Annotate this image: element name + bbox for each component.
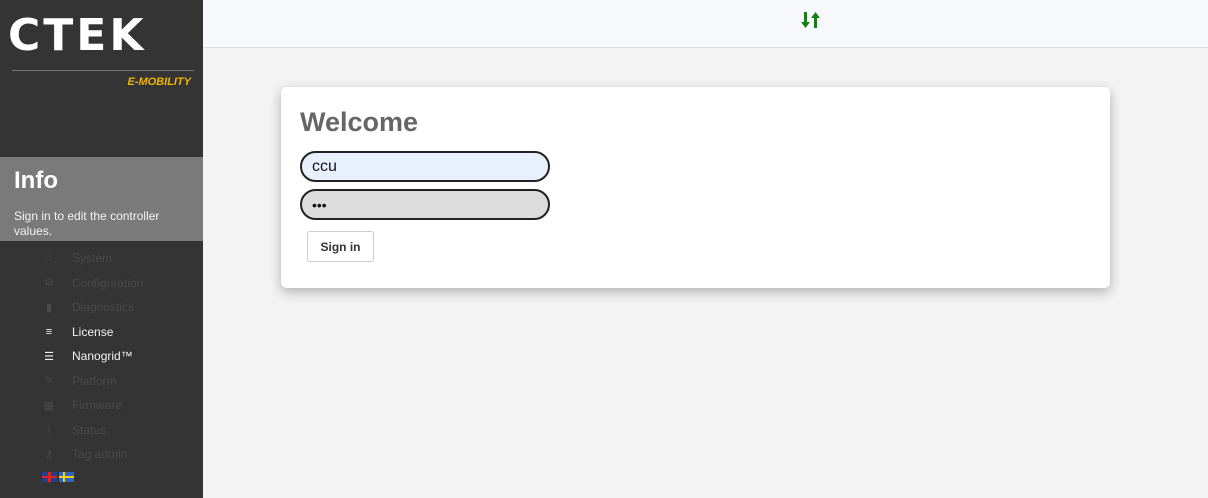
info-text: Sign in to edit the controller values.: [14, 209, 160, 238]
sidebar-item-label: License: [72, 324, 114, 339]
logo-divider: [12, 70, 194, 71]
top-bar: [203, 0, 1208, 48]
sidebar-item-platform: ✎ Platform: [0, 369, 203, 394]
ctek-logo: CTEK: [8, 10, 147, 61]
license-icon: ≡: [45, 325, 53, 338]
login-card: Welcome Sign in: [281, 87, 1110, 288]
key-icon: ⚷: [44, 448, 54, 461]
logo-area: CTEK E-MOBILITY: [0, 0, 203, 157]
sidebar-item-license[interactable]: ≡ License: [0, 320, 203, 345]
sidebar-item-configuration: ⚙ Configuration: [0, 271, 203, 296]
sidebar-item-tag-admin: ⚷ Tag admin: [0, 442, 203, 467]
sort-arrows-icon[interactable]: [801, 10, 821, 30]
chip-icon: ▦: [43, 399, 55, 412]
sidebar-item-label: Diagnostics: [72, 300, 135, 315]
sliders-icon: ☰: [44, 350, 54, 363]
home-icon: ⌂: [45, 252, 53, 265]
sidebar-item-system: ⌂ System: [0, 246, 203, 271]
sidebar-item-status: i Status: [0, 418, 203, 443]
uk-flag-icon[interactable]: [42, 472, 57, 482]
language-selector: [42, 472, 74, 482]
sidebar-item-label: Tag admin: [72, 447, 128, 462]
gear-icon: ⚙: [44, 277, 54, 290]
bar-chart-icon: ▮: [45, 301, 53, 314]
wrench-icon: ✎: [44, 375, 54, 388]
sidebar-item-label: Firmware: [72, 398, 122, 413]
welcome-heading: Welcome: [300, 107, 419, 137]
e-mobility-tagline: E-MOBILITY: [127, 76, 191, 88]
sidebar-nav: ⌂ System ⚙ Configuration ▮ Diagnostics ≡…: [0, 246, 203, 467]
sidebar-item-diagnostics: ▮ Diagnostics: [0, 295, 203, 320]
username-input[interactable]: [300, 151, 550, 182]
info-icon: i: [47, 423, 51, 436]
sidebar: CTEK E-MOBILITY Info Sign in to edit the…: [0, 0, 203, 498]
password-input[interactable]: [300, 189, 550, 220]
sidebar-item-firmware: ▦ Firmware: [0, 393, 203, 418]
sidebar-item-nanogrid[interactable]: ☰ Nanogrid™: [0, 344, 203, 369]
sidebar-item-label: System: [72, 251, 113, 266]
sweden-flag-icon[interactable]: [59, 472, 74, 482]
sidebar-item-label: Status: [72, 422, 107, 437]
sign-in-button[interactable]: Sign in: [307, 231, 374, 262]
info-panel: Info Sign in to edit the controller valu…: [0, 157, 203, 241]
info-title: Info: [14, 167, 58, 194]
sidebar-item-label: Nanogrid™: [72, 349, 133, 364]
sidebar-item-label: Configuration: [72, 275, 144, 290]
sidebar-item-label: Platform: [72, 373, 117, 388]
